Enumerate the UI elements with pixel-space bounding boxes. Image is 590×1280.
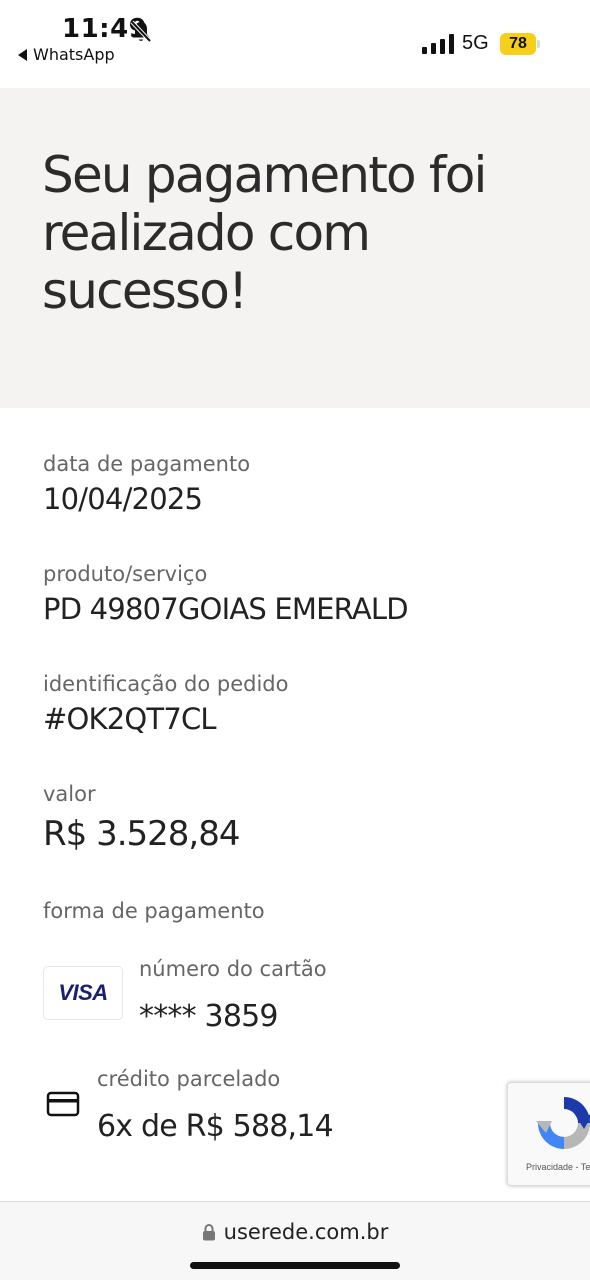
network-type: 5G	[462, 32, 489, 54]
installment-block: crédito parcelado 6x de R$ 588,14	[97, 1067, 334, 1144]
amount-label: valor	[43, 782, 96, 806]
url-text[interactable]: userede.com.br	[224, 1220, 389, 1244]
page-title: Seu pagamento foi realizado com sucesso!	[42, 146, 487, 320]
product-label: produto/serviço	[43, 562, 208, 586]
bell-slash-icon	[130, 20, 152, 43]
credit-card-icon	[46, 1091, 80, 1117]
back-arrow-icon	[18, 48, 27, 61]
recaptcha-icon	[536, 1097, 590, 1149]
product-field: produto/serviço PD 49807GOIAS EMERALD	[43, 562, 409, 626]
payment-method-field: forma de pagamento	[43, 899, 265, 923]
browser-url-bar[interactable]: userede.com.br	[0, 1201, 590, 1280]
payment-date-value: 10/04/2025	[43, 482, 203, 516]
url-display[interactable]: userede.com.br	[0, 1220, 590, 1244]
order-id-value: #OK2QT7CL	[43, 702, 217, 736]
installment-label: crédito parcelado	[97, 1067, 281, 1091]
back-app-label: WhatsApp	[33, 45, 115, 64]
payment-date-label: data de pagamento	[43, 452, 251, 476]
visa-logo: VISA	[43, 966, 123, 1020]
battery-icon: 78	[500, 33, 540, 55]
card-number-label: número do cartão	[139, 957, 327, 981]
order-id-field: identificação do pedido #OK2QT7CL	[43, 672, 289, 736]
signal-bars-icon	[422, 34, 454, 54]
card-number-block: número do cartão **** 3859	[139, 957, 327, 1034]
card-brand: VISA	[58, 980, 108, 1005]
back-to-app-link[interactable]: WhatsApp	[18, 45, 115, 64]
recaptcha-privacy-text[interactable]: Privacidade - Te	[526, 1162, 590, 1172]
status-bar: 11:49 WhatsApp 5G 78	[0, 0, 590, 88]
installment-value: 6x de R$ 588,14	[97, 1109, 334, 1144]
amount-value: R$ 3.528,84	[43, 814, 240, 854]
payment-method-label: forma de pagamento	[43, 899, 265, 923]
amount-field: valor R$ 3.528,84	[43, 782, 240, 854]
success-banner: Seu pagamento foi realizado com sucesso!	[0, 88, 590, 408]
battery-level: 78	[509, 35, 527, 52]
product-value: PD 49807GOIAS EMERALD	[43, 592, 409, 626]
home-indicator	[190, 1262, 400, 1269]
order-id-label: identificação do pedido	[43, 672, 289, 696]
recaptcha-badge[interactable]: Privacidade - Te	[507, 1082, 590, 1186]
card-number-value: **** 3859	[139, 999, 278, 1034]
payment-date-field: data de pagamento 10/04/2025	[43, 452, 250, 516]
lock-icon	[202, 1224, 215, 1241]
